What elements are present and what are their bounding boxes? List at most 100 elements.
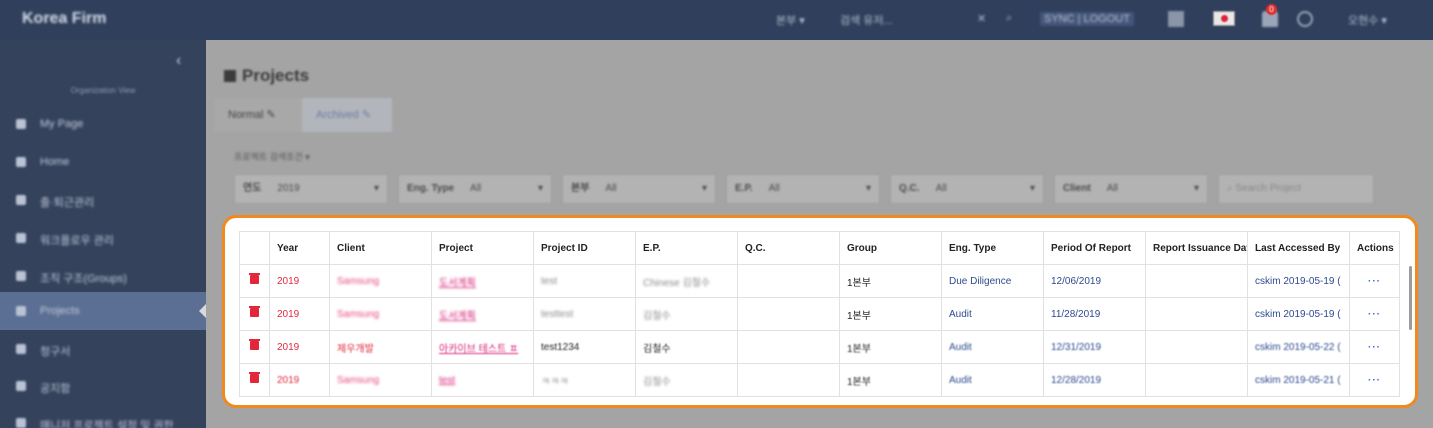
projects-table-card: Year Client Project Project ID E.P. Q.C.… xyxy=(222,215,1418,408)
trash-icon[interactable] xyxy=(249,306,260,317)
col-header-delete xyxy=(239,231,270,265)
issuance-cell xyxy=(1145,330,1248,364)
project-icon xyxy=(16,306,26,316)
year-cell: 2019 xyxy=(269,264,330,298)
filter-bar: 연도 2019 ▾ Eng. Type All ▾ 본부 All ▾ E.P. All ▾ Q.… xyxy=(234,174,1394,204)
sidebar-item-projects[interactable]: Projects xyxy=(0,292,206,330)
project-id-cell: test1234 xyxy=(533,330,636,364)
actions-menu-icon[interactable]: ··· xyxy=(1349,330,1400,364)
project-id-cell: testtest xyxy=(533,297,636,331)
period-cell: 12/31/2019 xyxy=(1043,330,1146,364)
user-icon xyxy=(16,119,26,129)
col-header-last-accessed[interactable]: Last Accessed By xyxy=(1247,231,1350,265)
collapse-sidebar-icon[interactable]: ‹ xyxy=(176,52,181,70)
qc-cell xyxy=(737,363,840,397)
period-cell: 11/28/2019 xyxy=(1043,297,1146,331)
client-cell: Samsung xyxy=(329,363,432,397)
sidebar-item-my-page[interactable]: My Page xyxy=(0,105,206,143)
table-row[interactable]: 2019 Samsung 도서계획 test Chinese 김철수 1본부 D… xyxy=(239,264,1400,298)
client-cell: Samsung xyxy=(329,264,432,298)
search-project-input[interactable]: ⌕ Search Project xyxy=(1218,174,1374,204)
table-scrollbar[interactable] xyxy=(1409,266,1412,330)
group-cell: 1본부 xyxy=(839,264,942,298)
issuance-cell xyxy=(1145,264,1248,298)
table-row[interactable]: 2019 제우개발 아카이브 테스트 ㅍ test1234 김철수 1본부 Au… xyxy=(239,330,1400,364)
bell-icon xyxy=(16,381,26,391)
clear-search-icon[interactable]: ✕ xyxy=(977,12,986,25)
actions-menu-icon[interactable]: ··· xyxy=(1349,264,1400,298)
client-cell: Samsung xyxy=(329,297,432,331)
sidebar-item-invoice[interactable]: 청구서 xyxy=(0,330,206,368)
trash-icon[interactable] xyxy=(249,339,260,350)
gear-icon xyxy=(16,418,26,428)
power-icon[interactable] xyxy=(1297,11,1313,27)
ep-cell: 김철수 xyxy=(635,297,738,331)
building-icon[interactable] xyxy=(1168,11,1184,27)
sidebar-item-home[interactable]: Home xyxy=(0,143,206,181)
col-header-issuance[interactable]: Report Issuance Date xyxy=(1145,231,1248,265)
group-cell: 1본부 xyxy=(839,297,942,331)
year-cell: 2019 xyxy=(269,330,330,364)
col-header-project-id[interactable]: Project ID xyxy=(533,231,636,265)
col-header-client[interactable]: Client xyxy=(329,231,432,265)
org-icon xyxy=(16,271,26,281)
col-header-ep[interactable]: E.P. xyxy=(635,231,738,265)
project-link[interactable]: 아카이브 테스트 ㅍ xyxy=(431,330,534,364)
sidebar-item-notices[interactable]: 공지함 xyxy=(0,367,206,405)
qc-filter[interactable]: Q.C. All ▾ xyxy=(890,174,1044,204)
tab-archived[interactable]: Archived ✎ xyxy=(302,98,392,132)
year-filter[interactable]: 연도 2019 ▾ xyxy=(234,174,388,204)
eng-type-cell: Audit xyxy=(941,363,1044,397)
project-link[interactable]: 도서계획 xyxy=(431,297,534,331)
delete-cell[interactable] xyxy=(239,330,270,364)
sidebar-item-groups[interactable]: 조직 구조(Groups) xyxy=(0,257,206,295)
delete-cell[interactable] xyxy=(239,363,270,397)
actions-menu-icon[interactable]: ··· xyxy=(1349,363,1400,397)
delete-cell[interactable] xyxy=(239,297,270,331)
qc-cell xyxy=(737,330,840,364)
language-flag-icon[interactable] xyxy=(1213,11,1235,26)
group-cell: 1본부 xyxy=(839,363,942,397)
col-header-project[interactable]: Project xyxy=(431,231,534,265)
sidebar-item-attendance[interactable]: 출·퇴근관리 xyxy=(0,181,206,219)
projects-table: Year Client Project Project ID E.P. Q.C.… xyxy=(239,231,1400,397)
client-filter[interactable]: Client All ▾ xyxy=(1054,174,1208,204)
project-id-cell: ㅋㅋㅋ xyxy=(533,363,636,397)
sync-logout-button[interactable]: SYNC | LOGOUT xyxy=(1040,12,1134,26)
col-header-year[interactable]: Year xyxy=(269,231,330,265)
col-header-actions: Actions xyxy=(1349,231,1400,265)
notification-badge: 0 xyxy=(1266,4,1277,15)
projects-icon xyxy=(224,70,236,82)
ep-filter[interactable]: E.P. All ▾ xyxy=(726,174,880,204)
group-cell: 1본부 xyxy=(839,330,942,364)
user-menu[interactable]: 오현수 ▾ xyxy=(1348,12,1387,28)
user-search-input[interactable]: 검색 유저... xyxy=(840,12,893,28)
trash-icon[interactable] xyxy=(249,273,260,284)
project-link[interactable]: test xyxy=(431,363,534,397)
sidebar-item-manager-settings[interactable]: 매니저 프로젝트 설정 및 권한 xyxy=(0,404,206,428)
col-header-eng-type[interactable]: Eng. Type xyxy=(941,231,1044,265)
ep-cell: Chinese 김철수 xyxy=(635,264,738,298)
search-icon[interactable]: ⌕ xyxy=(1006,12,1012,25)
last-accessed-cell: cskim 2019-05-19 ( xyxy=(1247,297,1350,331)
trash-icon[interactable] xyxy=(249,372,260,383)
tab-normal[interactable]: Normal ✎ xyxy=(214,98,302,132)
filter-toggle[interactable]: 프로젝트 검색조건 ▾ xyxy=(234,150,310,163)
col-header-group[interactable]: Group xyxy=(839,231,942,265)
last-accessed-cell: cskim 2019-05-19 ( xyxy=(1247,264,1350,298)
sidebar-item-workflow[interactable]: 워크플로우 관리 xyxy=(0,219,206,257)
col-header-period[interactable]: Period Of Report xyxy=(1043,231,1146,265)
eng-type-filter[interactable]: Eng. Type All ▾ xyxy=(398,174,552,204)
brand-logo[interactable]: Korea Firm xyxy=(22,10,106,28)
project-link[interactable]: 도서계획 xyxy=(431,264,534,298)
actions-menu-icon[interactable]: ··· xyxy=(1349,297,1400,331)
group-filter[interactable]: 본부 All ▾ xyxy=(562,174,716,204)
issuance-cell xyxy=(1145,363,1248,397)
clipboard-icon xyxy=(16,233,26,243)
group-selector[interactable]: 본부 ▾ xyxy=(776,12,805,28)
table-row[interactable]: 2019 Samsung test ㅋㅋㅋ 김철수 1본부 Audit 12/2… xyxy=(239,363,1400,397)
delete-cell[interactable] xyxy=(239,264,270,298)
project-id-cell: test xyxy=(533,264,636,298)
table-row[interactable]: 2019 Samsung 도서계획 testtest 김철수 1본부 Audit… xyxy=(239,297,1400,331)
col-header-qc[interactable]: Q.C. xyxy=(737,231,840,265)
